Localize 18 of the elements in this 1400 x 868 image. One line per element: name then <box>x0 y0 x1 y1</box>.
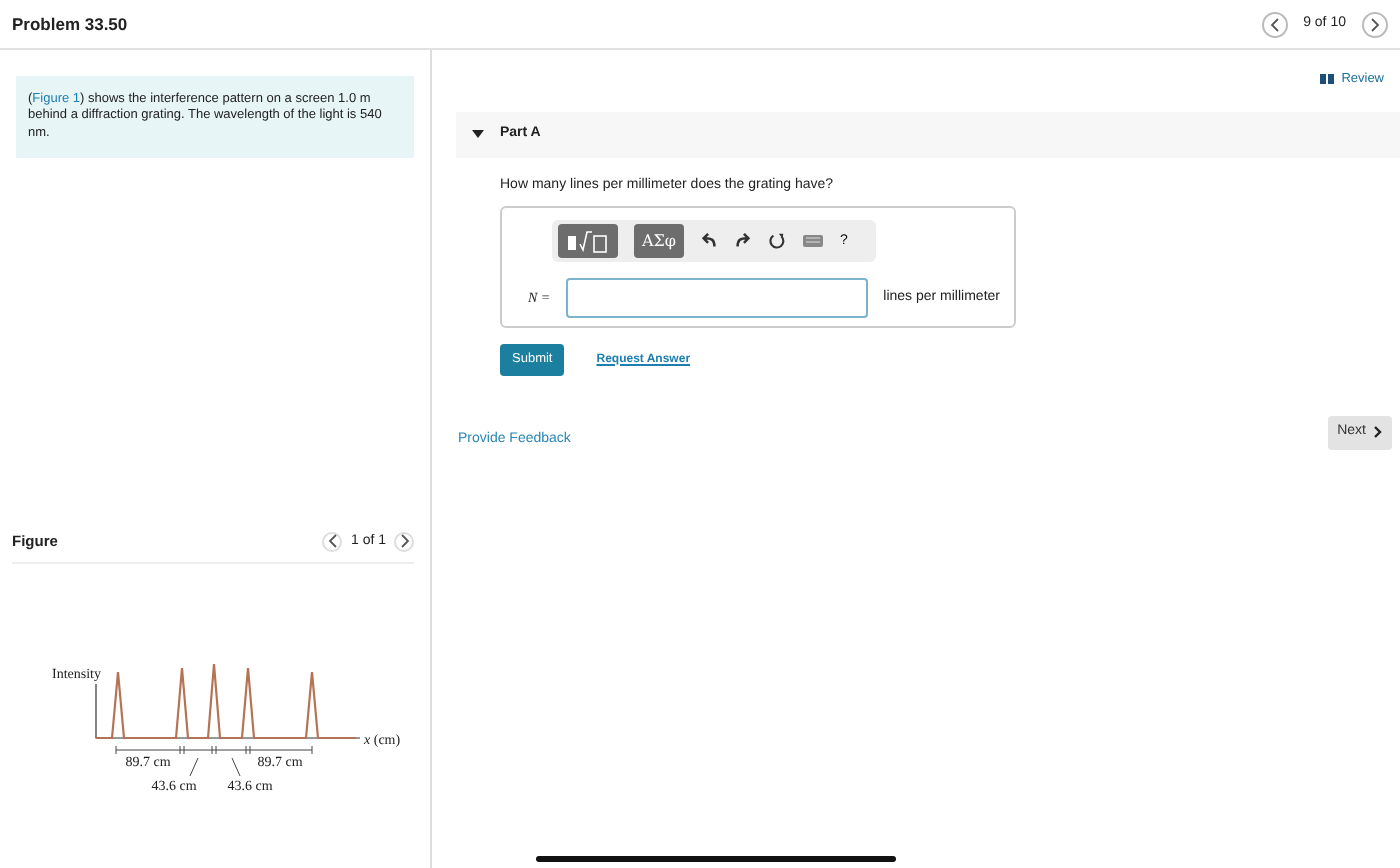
greek-symbols-button[interactable]: ΑΣφ <box>634 224 685 259</box>
problem-title: Problem 33.50 <box>12 11 128 37</box>
answer-field[interactable] <box>566 278 868 319</box>
templates-button[interactable] <box>558 224 618 259</box>
undo-button[interactable] <box>700 232 719 251</box>
next-figure-button[interactable] <box>394 531 414 552</box>
chevron-right-icon <box>1374 426 1382 439</box>
chevron-left-icon <box>1269 17 1280 31</box>
chevron-right-icon <box>1370 17 1380 31</box>
previous-button[interactable] <box>1261 11 1288 37</box>
previous-figure-button[interactable] <box>322 531 343 552</box>
redo-button[interactable] <box>734 232 753 251</box>
book-icon <box>1319 74 1334 85</box>
keyboard-button[interactable] <box>802 234 825 249</box>
chevron-right-icon <box>399 534 409 549</box>
reset-button[interactable] <box>768 232 787 251</box>
next-page-button[interactable] <box>1362 11 1388 37</box>
chevron-left-icon <box>327 534 338 549</box>
